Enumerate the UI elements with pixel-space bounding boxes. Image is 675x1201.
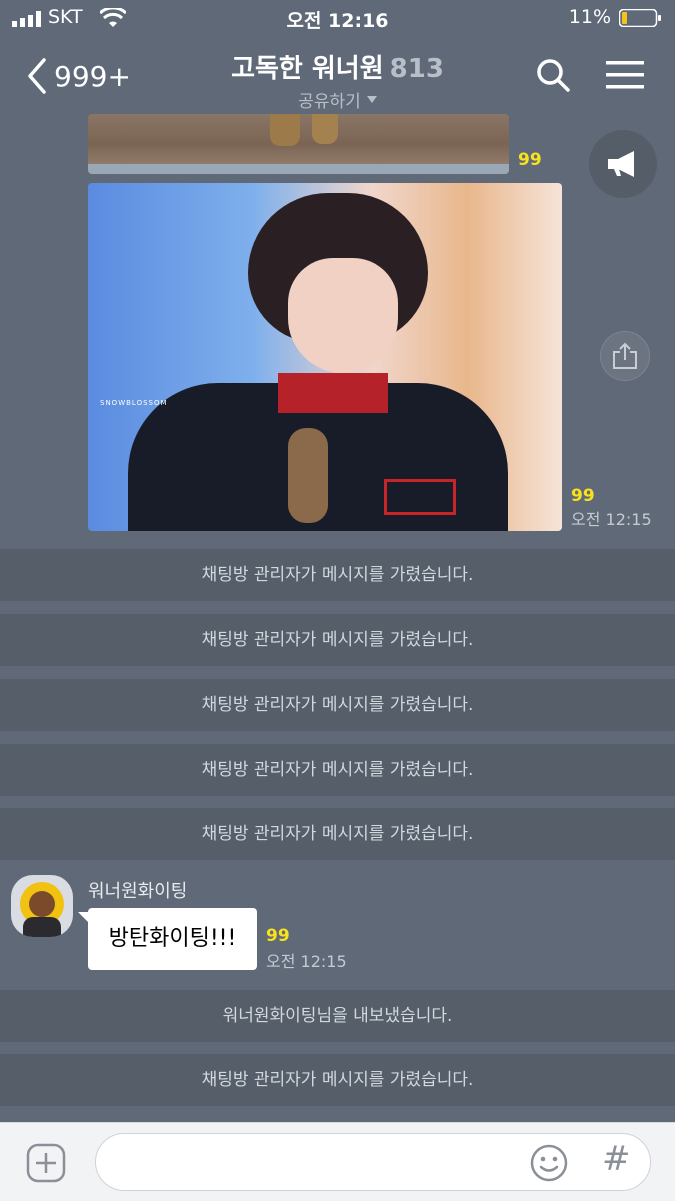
plus-icon[interactable]: [26, 1143, 66, 1183]
message-bubble[interactable]: 방탄화이팅!!!: [88, 908, 257, 970]
unread-count: 99: [266, 926, 290, 946]
back-button[interactable]: 999+: [26, 56, 131, 96]
photo-detail: [88, 164, 509, 174]
system-message: 채팅방 관리자가 메시지를 가렸습니다.: [0, 679, 675, 731]
status-bar: SKT 오전 12:16 11%: [0, 0, 675, 38]
photo-detail: [278, 373, 388, 413]
share-dropdown[interactable]: 공유하기: [298, 87, 377, 112]
system-message: 채팅방 관리자가 메시지를 가렸습니다.: [0, 1054, 675, 1106]
battery-icon: [619, 9, 661, 27]
caret-down-icon: [366, 96, 377, 103]
photo-detail: [288, 258, 398, 373]
system-message: 워너원화이팅님을 내보냈습니다.: [0, 990, 675, 1042]
avatar-detail: [29, 891, 55, 917]
unread-count: 99: [518, 150, 542, 170]
notice-button[interactable]: [589, 130, 657, 198]
back-chevron-icon: [28, 58, 46, 94]
battery-percent: 11%: [568, 6, 611, 28]
unread-chats-count: 999+: [54, 59, 131, 93]
system-message: 채팅방 관리자가 메시지를 가렸습니다.: [0, 549, 675, 601]
system-message: 채팅방 관리자가 메시지를 가렸습니다.: [0, 744, 675, 796]
chat-title: 고독한 워너원: [231, 54, 384, 84]
message-time: 오전 12:15: [571, 510, 652, 529]
unread-count: 99: [571, 486, 595, 506]
photo-detail: [270, 114, 300, 146]
member-count: 813: [389, 54, 444, 84]
photo-message[interactable]: SNOWBLOSSOM: [88, 183, 562, 531]
share-icon: [613, 342, 637, 369]
share-label: 공유하기: [298, 92, 361, 112]
menu-icon[interactable]: [606, 60, 644, 90]
hash-icon[interactable]: #: [602, 1139, 631, 1179]
system-message: 채팅방 관리자가 메시지를 가렸습니다.: [0, 808, 675, 860]
photo-detail: [312, 114, 338, 144]
message-time: 오전 12:15: [266, 952, 347, 971]
sender-name[interactable]: 워너원화이팅: [88, 877, 187, 903]
photo-message-top[interactable]: [88, 114, 509, 174]
avatar-detail: [23, 917, 61, 937]
chat-title-area[interactable]: 고독한 워너원 813 공유하기: [150, 48, 525, 112]
share-button[interactable]: [600, 331, 650, 381]
chat-header: 999+ 고독한 워너원 813 공유하기: [0, 38, 675, 114]
photo-watermark: SNOWBLOSSOM: [100, 399, 168, 407]
avatar[interactable]: [11, 875, 73, 937]
system-message: 채팅방 관리자가 메시지를 가렸습니다.: [0, 614, 675, 666]
search-icon[interactable]: [536, 58, 570, 92]
input-bar: #: [0, 1122, 675, 1201]
photo-detail: [288, 428, 328, 523]
megaphone-icon: [608, 151, 634, 177]
emoji-icon[interactable]: [529, 1143, 569, 1183]
photo-detail: [384, 479, 456, 515]
